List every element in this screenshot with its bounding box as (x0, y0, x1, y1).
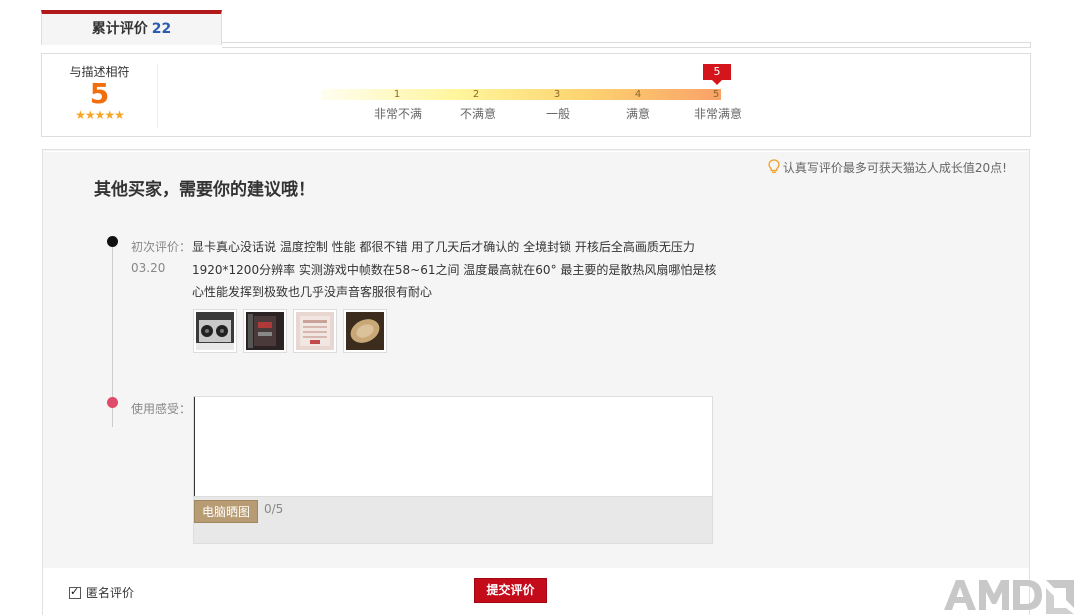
anonymous-checkbox[interactable] (69, 585, 81, 599)
amd-logo (942, 574, 1076, 614)
score-panel: 与描述相符 5 ★★★★★ 5 1 2 3 4 5 非常不满 不满意 一般 满意… (41, 53, 1031, 137)
rating-label-1: 非常不满 (373, 107, 422, 121)
char-counter: 0/5 (264, 502, 284, 516)
first-review-label: 初次评价： (131, 240, 192, 254)
lightbulb-icon (768, 159, 780, 177)
rating-tick-5: 5 (712, 89, 720, 100)
submit-review-button[interactable]: 提交评价 (474, 578, 547, 603)
pc-photo-upload-button[interactable]: 电脑晒图 (194, 500, 258, 523)
usage-textarea-container: 电脑晒图 0/5 (193, 396, 713, 544)
textarea-toolbar: 电脑晒图 0/5 (194, 496, 712, 543)
review-photo-4[interactable] (343, 309, 387, 353)
rating-tick-1: 1 (393, 89, 401, 100)
rating-label-4: 满意 (625, 107, 650, 121)
first-review-text: 显卡真心没话说 温度控制 性能 都很不错 用了几天后才确认的 全境封锁 开核后全… (192, 240, 717, 299)
tab-count: 22 (151, 21, 172, 37)
review-photo-2[interactable] (243, 309, 287, 353)
rating-tick-2: 2 (472, 89, 480, 100)
reward-tip-text: 认真写评价最多可获天猫达人成长值20点! (782, 161, 1007, 175)
reward-tip: 认真写评价最多可获天猫达人成长值20点! (768, 159, 1007, 177)
anonymous-label: 匿名评价 (86, 586, 135, 600)
first-review-date: 03.20 (131, 261, 166, 275)
timeline-dot-first-review (107, 236, 118, 247)
score-summary: 与描述相符 5 ★★★★★ (42, 64, 158, 128)
usage-textarea[interactable] (194, 397, 712, 496)
rating-tick-4: 4 (634, 89, 642, 100)
star-rating-icon: ★★★★★ (75, 108, 125, 122)
timeline-dot-usage (107, 397, 118, 408)
anonymous-option[interactable]: 匿名评价 (69, 584, 134, 601)
tab-divider (222, 42, 1031, 48)
selected-score-flag: 5 (703, 64, 731, 85)
rating-label-3: 一般 (545, 107, 570, 121)
tab-label: 累计评价 (91, 21, 148, 37)
review-form: 认真写评价最多可获天猫达人成长值20点! 其他买家，需要你的建议哦！ 初次评价：… (42, 149, 1030, 615)
submit-bar: 匿名评价 提交评价 (42, 568, 1030, 615)
score-value: 5 (89, 77, 110, 110)
review-photo-3[interactable] (293, 309, 337, 353)
rating-label-5: 非常满意 (693, 107, 742, 121)
usage-label: 使用感受： (131, 402, 192, 416)
tab-cumulative-reviews[interactable]: 累计评价 22 (41, 10, 222, 45)
rating-scale-bar: 1 2 3 4 5 (321, 89, 721, 100)
rating-tick-3: 3 (553, 89, 561, 100)
review-photo-1[interactable] (193, 309, 237, 353)
review-tab-bar: 累计评价 22 (41, 10, 1031, 48)
rating-label-2: 不满意 (459, 107, 496, 121)
page-heading: 其他买家，需要你的建议哦！ (94, 180, 315, 200)
